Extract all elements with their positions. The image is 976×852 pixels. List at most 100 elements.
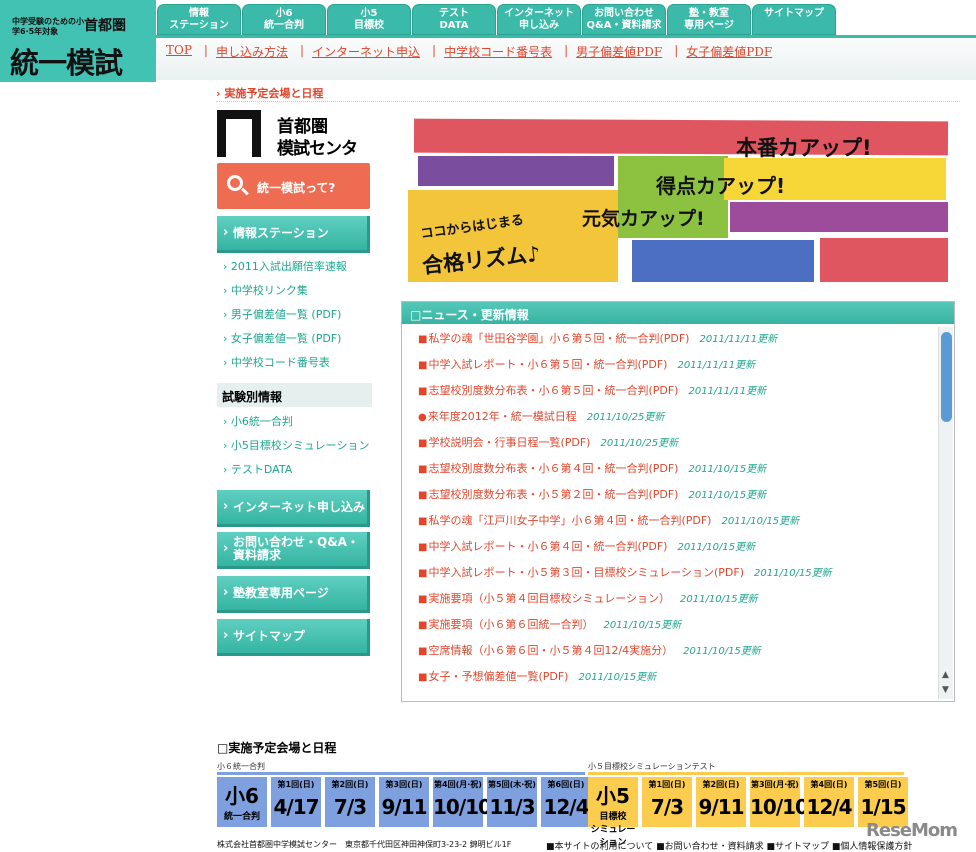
schedule-cell-header: 小6 統一合判 — [217, 777, 267, 827]
schedule-round[interactable]: 第2回(日) 7/3 — [325, 777, 375, 827]
round-date: 10/10 — [433, 795, 492, 819]
news-title: ニュース・更新情報 — [421, 308, 529, 322]
sidebar-link[interactable]: 小5目標校シミュレーション — [223, 437, 370, 453]
banner-stripe — [632, 240, 814, 282]
news-item[interactable]: ■実施要項（小５第４回目標校シミュレーション） 2011/10/15更新 — [418, 590, 832, 616]
news-item-title: 実施要項（小５第４回目標校シミュレーション） — [428, 592, 671, 605]
schedule-round[interactable]: 第1回(日) 7/3 — [642, 777, 692, 827]
schedule-round[interactable]: 第1回(日) 4/17 — [271, 777, 321, 827]
round-number: 第6回(日) — [547, 780, 585, 789]
schedule-round[interactable]: 第3回(月·祝) 10/10 — [750, 777, 809, 827]
nav-tab[interactable]: 情報 ステーション — [157, 4, 241, 35]
news-item[interactable]: ■私学の魂「世田谷学園」小６第５回・統一合判(PDF) 2011/11/11更新 — [418, 330, 832, 356]
schedule-round[interactable]: 第2回(日) 9/11 — [696, 777, 746, 827]
logo-mark-icon — [217, 110, 261, 157]
schedule-round[interactable]: 第5回(木·祝) 11/3 — [487, 777, 537, 827]
center-logo[interactable]: 首都圏 模試センター — [217, 110, 362, 184]
scroll-up-icon[interactable]: ▲ — [942, 670, 949, 680]
nav-tab[interactable]: テスト DATA — [412, 4, 496, 35]
bullet-icon: ■ — [418, 464, 428, 475]
nav-tab[interactable]: インターネット 申し込み — [497, 4, 581, 35]
schedule-round[interactable]: 第6回(日) 12/4 — [541, 777, 591, 827]
round-date: 12/4 — [806, 795, 852, 819]
round-date: 7/3 — [333, 795, 367, 819]
sidebar-link[interactable]: 小6統一合判 — [223, 413, 293, 429]
subnav-link[interactable]: 男子偏差値PDF — [576, 43, 662, 60]
schedule-round[interactable]: 第4回(日) 12/4 — [804, 777, 854, 827]
news-item[interactable]: ■学校説明会・行事日程一覧(PDF) 2011/10/25更新 — [418, 434, 832, 460]
bullet-icon: ■ — [418, 620, 428, 631]
nav-tab[interactable]: 塾・教室 専用ページ — [667, 4, 751, 35]
news-item[interactable]: ■実施要項（小６第６回統一合判） 2011/10/15更新 — [418, 616, 832, 642]
what-is-exam-label: 統一模試って? — [257, 181, 336, 195]
divider — [588, 772, 904, 775]
round-number: 第2回(日) — [702, 780, 740, 789]
sidebar-link[interactable]: 女子偏差値一覧 (PDF) — [223, 330, 342, 346]
nav-tab[interactable]: 小5 目標校 — [327, 4, 411, 35]
sidebar-link[interactable]: 中学校リンク集 — [223, 282, 308, 298]
sidebar-link[interactable]: 中学校コード番号表 — [223, 354, 330, 370]
sitemap-button[interactable]: サイトマップ — [217, 619, 370, 656]
footer-address: 株式会社首都圏中学模試センター 東京都千代田区神田神保町3-23-2 錦明ビル1… — [217, 840, 512, 849]
bullet-icon: ● — [418, 412, 427, 423]
round-date: 11/3 — [489, 795, 535, 819]
subnav-link[interactable]: TOP — [166, 43, 192, 60]
news-item[interactable]: ■中学入試レポート・小６第５回・統一合判(PDF) 2011/11/11更新 — [418, 356, 832, 382]
news-item-date: 2011/10/15更新 — [677, 542, 756, 553]
news-scrollbar[interactable]: ▲ ▼ — [938, 327, 953, 699]
news-item[interactable]: ■私学の魂「江戸川女子中学」小６第４回・統一合判(PDF) 2011/10/15更… — [418, 512, 832, 538]
news-item-title: 志望校別度数分布表・小６第４回・統一合判(PDF) — [428, 462, 679, 475]
g5-label: 小５目標校シミュレーションテスト — [588, 762, 716, 771]
site-logo[interactable]: 中学受験のための小学6·5年対象 首都圏 統一模試 — [0, 0, 156, 82]
breadcrumb[interactable]: › 実施予定会場と日程 — [216, 85, 323, 101]
schedule-title: □実施予定会場と日程 — [217, 741, 337, 755]
news-item-title: 女子・予想偏差値一覧(PDF) — [428, 670, 569, 683]
news-item[interactable]: ●来年度2012年・統一模試日程 2011/10/25更新 — [418, 408, 832, 434]
subnav-link[interactable]: 女子偏差値PDF — [686, 43, 772, 60]
juku-page-button[interactable]: 塾教室専用ページ — [217, 576, 370, 613]
sidebar-link[interactable]: 男子偏差値一覧 (PDF) — [223, 306, 342, 322]
news-item-title: 中学入試レポート・小６第５回・統一合判(PDF) — [428, 358, 668, 371]
subnav-link[interactable]: 中学校コード番号表 — [444, 43, 552, 60]
news-item-date: 2011/11/11更新 — [688, 386, 767, 397]
news-item-date: 2011/10/15更新 — [680, 594, 758, 605]
schedule-cell-header: 小5 目標校 シミュレーション — [588, 777, 638, 848]
news-item-date: 2011/10/25更新 — [586, 412, 665, 423]
schedule-round[interactable]: 第4回(月·祝) 10/10 — [433, 777, 492, 827]
news-item[interactable]: ■志望校別度数分布表・小５第２回・統一合判(PDF) 2011/10/15更新 — [418, 486, 832, 512]
info-station-button[interactable]: 情報ステーション — [217, 216, 370, 253]
sidebar-link[interactable]: テストDATA — [223, 461, 292, 477]
subnav-link[interactable]: 申し込み方法 — [216, 43, 288, 60]
internet-apply-button[interactable]: インターネット申し込み — [217, 490, 370, 527]
news-item-date: 2011/10/15更新 — [683, 646, 761, 657]
round-number: 第3回(日) — [385, 780, 423, 789]
hero-banner[interactable]: 本番カアップ! 得点カアップ! 元気カアップ! ココからはじまる 合格リズム♪ — [404, 118, 952, 288]
news-item[interactable]: ■中学入試レポート・小５第３回・目標校シミュレーション(PDF) 2011/10/… — [418, 564, 832, 590]
news-item[interactable]: ■女子・予想偏差値一覧(PDF) 2011/10/15更新 — [418, 668, 832, 694]
nav-tab[interactable]: サイトマップ — [752, 4, 836, 35]
divider — [217, 772, 585, 775]
news-item[interactable]: ■志望校別度数分布表・小６第５回・統一合判(PDF) 2011/11/11更新 — [418, 382, 832, 408]
scrollbar-thumb[interactable] — [941, 332, 952, 422]
subnav-link[interactable]: インターネット申込 — [312, 43, 420, 60]
sidebar-link[interactable]: 2011入試出願倍率速報 — [223, 258, 347, 274]
news-item[interactable]: ■志望校別度数分布表・小６第４回・統一合判(PDF) 2011/10/15更新 — [418, 460, 832, 486]
news-item[interactable]: ■中学入試レポート・小６第４回・統一合判(PDF) 2011/10/15更新 — [418, 538, 832, 564]
scroll-down-icon[interactable]: ▼ — [942, 685, 949, 695]
banner-text-2: 得点カアップ! — [656, 174, 786, 198]
news-item-title: 私学の魂「江戸川女子中学」小６第４回・統一合判(PDF) — [428, 514, 712, 527]
separator: | — [203, 43, 208, 57]
footer-links[interactable]: ■本サイトの利用について ■お問い合わせ・資料請求 ■サイトマップ ■個人情報保… — [546, 839, 912, 852]
what-is-exam-button[interactable]: 統一模試って? — [217, 163, 370, 209]
round-number: 第4回(日) — [810, 780, 848, 789]
schedule-round[interactable]: 第3回(日) 9/11 — [379, 777, 429, 827]
nav-tab[interactable]: 小6 統一合判 — [242, 4, 326, 35]
nav-tab[interactable]: お問い合わせ Q&A・資料請求 — [582, 4, 666, 35]
exam-info-heading: 試験別情報 — [217, 383, 372, 407]
news-item-date: 2011/10/15更新 — [754, 568, 832, 579]
news-item[interactable]: ■空席情報（小６第６回・小５第４回12/4実施分） 2011/10/15更新 — [418, 642, 832, 668]
inquiry-button[interactable]: お問い合わせ・Q&A・ 資料請求 — [217, 532, 370, 569]
news-item-title: 空席情報（小６第６回・小５第４回12/4実施分） — [428, 644, 674, 657]
news-item-title: 志望校別度数分布表・小５第２回・統一合判(PDF) — [428, 488, 679, 501]
round-date: 7/3 — [650, 795, 684, 819]
